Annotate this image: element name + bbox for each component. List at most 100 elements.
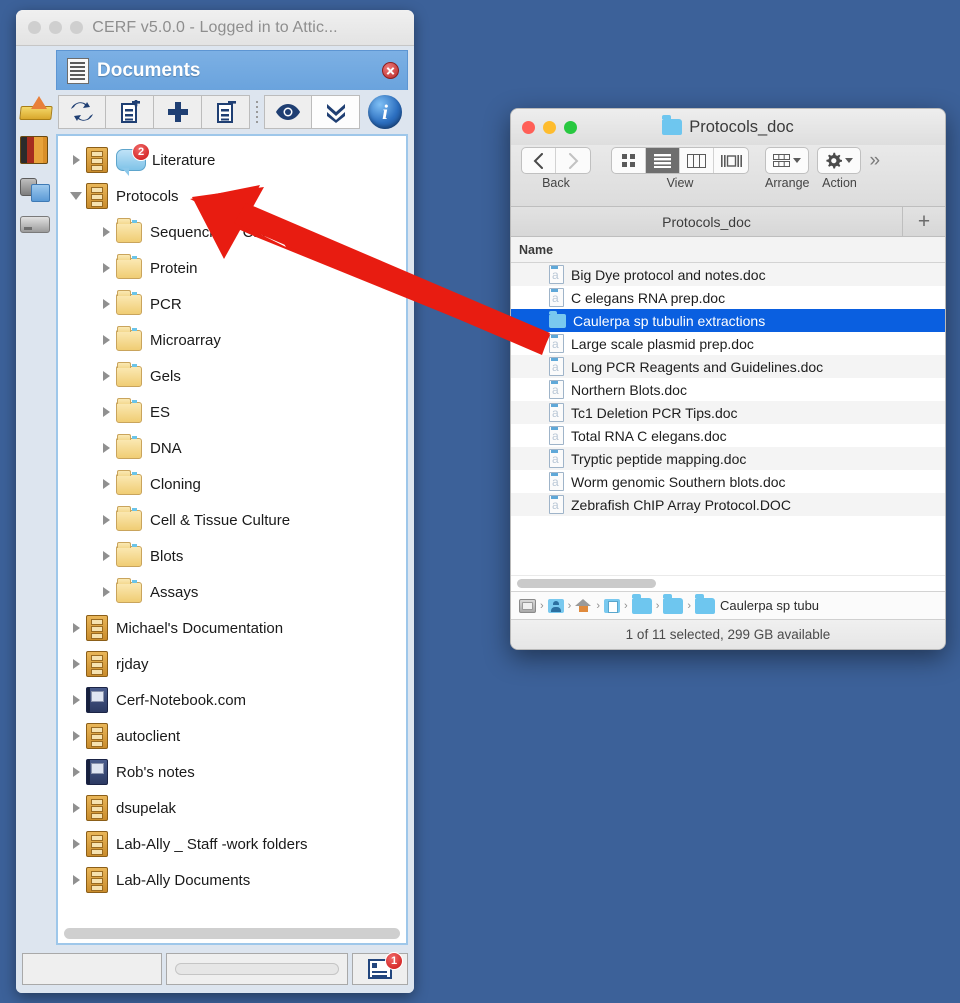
twisty-collapsed-icon[interactable] xyxy=(66,695,86,705)
tree-item-lab-ally-staff-work-folders[interactable]: Lab-Ally _ Staff -work folders xyxy=(58,826,406,862)
tree-item-lab-ally-documents[interactable]: Lab-Ally Documents xyxy=(58,862,406,898)
twisty-collapsed-icon[interactable] xyxy=(96,551,116,561)
file-row[interactable]: Long PCR Reagents and Guidelines.doc xyxy=(511,355,945,378)
remove-cabinet-button[interactable] xyxy=(202,95,250,129)
tree-item-rob-s-notes[interactable]: Rob's notes xyxy=(58,754,406,790)
comment-bubble-icon[interactable]: 2 xyxy=(116,143,150,176)
back-button[interactable] xyxy=(522,148,556,173)
tree-item-protocols[interactable]: Protocols xyxy=(58,178,406,214)
column-view-button[interactable] xyxy=(680,148,714,173)
cerf-minimize-button[interactable] xyxy=(49,21,62,34)
tree-item-literature[interactable]: 2 Literature xyxy=(58,142,406,178)
expand-all-button[interactable] xyxy=(312,95,360,129)
twisty-collapsed-icon[interactable] xyxy=(96,479,116,489)
twisty-collapsed-icon[interactable] xyxy=(96,299,116,309)
tree-item-assays[interactable]: Assays xyxy=(58,574,406,610)
saved-search-icon[interactable] xyxy=(20,176,52,206)
path-segment[interactable] xyxy=(631,593,652,614)
forward-button[interactable] xyxy=(556,148,590,173)
file-row[interactable]: C elegans RNA prep.doc xyxy=(511,286,945,309)
tree-item-blots[interactable]: Blots xyxy=(58,538,406,574)
twisty-collapsed-icon[interactable] xyxy=(96,515,116,525)
twisty-collapsed-icon[interactable] xyxy=(96,407,116,417)
file-row[interactable]: Northern Blots.doc xyxy=(511,378,945,401)
tree-item-dsupelak[interactable]: dsupelak xyxy=(58,790,406,826)
file-row[interactable]: Large scale plasmid prep.doc xyxy=(511,332,945,355)
binder-icon[interactable] xyxy=(20,136,52,166)
file-row[interactable]: Worm genomic Southern blots.doc xyxy=(511,470,945,493)
tree-item-gels[interactable]: Gels xyxy=(58,358,406,394)
finder-tab[interactable]: Protocols_doc xyxy=(511,207,903,236)
panel-close-icon[interactable] xyxy=(382,62,399,79)
file-row[interactable]: Big Dye protocol and notes.doc xyxy=(511,263,945,286)
notifications-button[interactable]: 1 xyxy=(352,952,408,985)
refresh-sync-button[interactable] xyxy=(58,95,106,129)
path-segment[interactable] xyxy=(575,598,592,613)
action-button[interactable] xyxy=(817,147,862,174)
tree-item-pcr[interactable]: PCR xyxy=(58,286,406,322)
twisty-collapsed-icon[interactable] xyxy=(66,875,86,885)
twisty-collapsed-icon[interactable] xyxy=(96,371,116,381)
finder-path-bar[interactable]: › › › › › › Caulerpa sp tubu xyxy=(511,591,945,619)
add-cabinet-button[interactable] xyxy=(106,95,154,129)
chevron-down-icon xyxy=(845,158,854,163)
path-segment[interactable] xyxy=(547,598,564,613)
tree-horizontal-scrollbar[interactable] xyxy=(58,925,406,943)
twisty-collapsed-icon[interactable] xyxy=(96,263,116,273)
twisty-expanded-icon[interactable] xyxy=(66,192,86,200)
tree-item-cerf-notebook-com[interactable]: Cerf-Notebook.com xyxy=(58,682,406,718)
info-button[interactable]: i xyxy=(368,95,402,129)
tree-item-cloning[interactable]: Cloning xyxy=(58,466,406,502)
view-button[interactable] xyxy=(264,95,312,129)
cerf-close-button[interactable] xyxy=(28,21,41,34)
tree-item-autoclient[interactable]: autoclient xyxy=(58,718,406,754)
twisty-collapsed-icon[interactable] xyxy=(66,731,86,741)
list-view-button[interactable] xyxy=(646,148,680,173)
finder-zoom-button[interactable] xyxy=(564,120,577,134)
tree-item-es[interactable]: ES xyxy=(58,394,406,430)
tree-item-michael-s-documentation[interactable]: Michael's Documentation xyxy=(58,610,406,646)
arrange-button[interactable] xyxy=(765,147,810,174)
documents-tree[interactable]: 2 Literature Protocols Sequencing - ChIP Pro… xyxy=(58,136,406,925)
path-segment[interactable] xyxy=(604,598,621,613)
finder-horizontal-scrollbar[interactable] xyxy=(511,575,945,591)
twisty-collapsed-icon[interactable] xyxy=(66,659,86,669)
file-row[interactable]: Zebrafish ChIP Array Protocol.DOC xyxy=(511,493,945,516)
cerf-zoom-button[interactable] xyxy=(70,21,83,34)
finder-file-list[interactable]: Big Dye protocol and notes.doc C elegans … xyxy=(511,263,945,575)
tree-item-dna[interactable]: DNA xyxy=(58,430,406,466)
file-row[interactable]: Tc1 Deletion PCR Tips.doc xyxy=(511,401,945,424)
twisty-collapsed-icon[interactable] xyxy=(96,335,116,345)
tree-item-rjday[interactable]: rjday xyxy=(58,646,406,682)
folder-icon xyxy=(116,217,142,243)
path-segment[interactable] xyxy=(519,598,536,613)
twisty-collapsed-icon[interactable] xyxy=(66,767,86,777)
add-item-button[interactable] xyxy=(154,95,202,129)
drive-icon[interactable] xyxy=(20,216,52,246)
path-segment[interactable] xyxy=(663,593,684,614)
inbox-tray-icon[interactable] xyxy=(20,96,52,126)
icon-view-button[interactable] xyxy=(612,148,646,173)
tree-item-protein[interactable]: Protein xyxy=(58,250,406,286)
file-row[interactable]: Total RNA C elegans.doc xyxy=(511,424,945,447)
twisty-collapsed-icon[interactable] xyxy=(96,443,116,453)
status-left-field[interactable] xyxy=(22,953,162,985)
gallery-view-button[interactable] xyxy=(714,148,748,173)
twisty-collapsed-icon[interactable] xyxy=(96,227,116,237)
tree-item-sequencing-chip[interactable]: Sequencing - ChIP xyxy=(58,214,406,250)
tree-item-microarray[interactable]: Microarray xyxy=(58,322,406,358)
finder-close-button[interactable] xyxy=(522,120,535,134)
twisty-collapsed-icon[interactable] xyxy=(66,155,86,165)
twisty-collapsed-icon[interactable] xyxy=(66,623,86,633)
toolbar-overflow-button[interactable]: » xyxy=(869,150,880,172)
file-row[interactable]: Tryptic peptide mapping.doc xyxy=(511,447,945,470)
finder-minimize-button[interactable] xyxy=(543,120,556,134)
twisty-collapsed-icon[interactable] xyxy=(96,587,116,597)
tree-item-cell-tissue-culture[interactable]: Cell & Tissue Culture xyxy=(58,502,406,538)
twisty-collapsed-icon[interactable] xyxy=(66,839,86,849)
path-segment[interactable]: Caulerpa sp tubu xyxy=(695,593,819,614)
column-header-name[interactable]: Name xyxy=(511,237,945,263)
new-tab-button[interactable]: + xyxy=(903,207,945,236)
file-row[interactable]: Caulerpa sp tubulin extractions xyxy=(511,309,945,332)
twisty-collapsed-icon[interactable] xyxy=(66,803,86,813)
